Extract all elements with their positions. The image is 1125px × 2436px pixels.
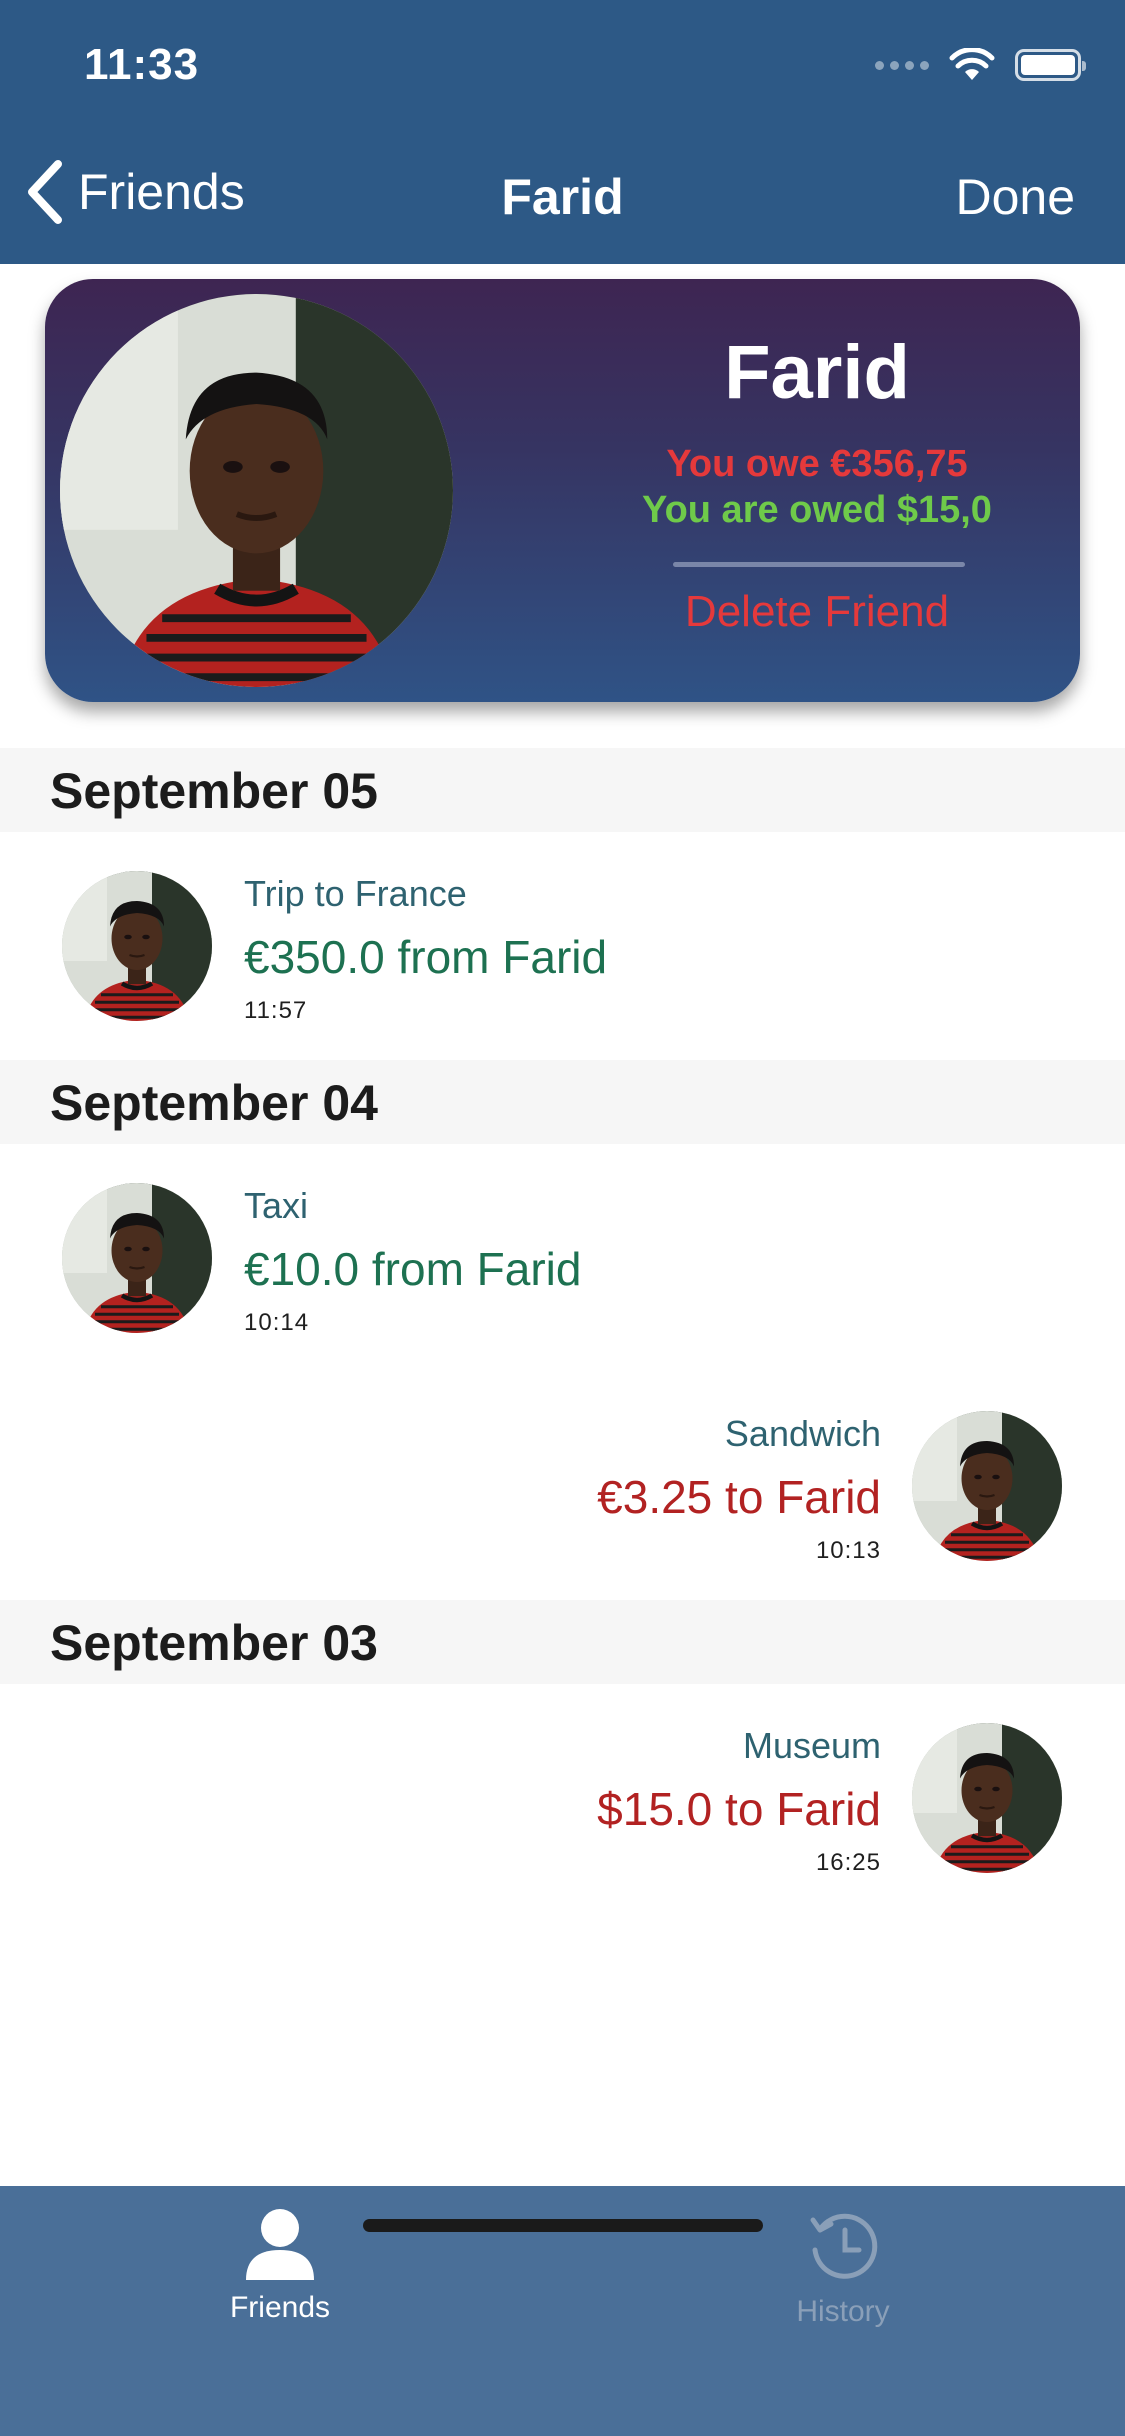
section-date: September 04 xyxy=(50,1075,378,1131)
avatar xyxy=(912,1411,1062,1561)
transaction-amount: €350.0 from Farid xyxy=(244,931,608,983)
you-are-owed-total: You are owed $15,0 xyxy=(642,489,992,531)
section-header: September 05 xyxy=(0,748,1125,832)
avatar xyxy=(62,871,212,1021)
wifi-icon xyxy=(949,48,995,80)
delete-friend-button[interactable]: Delete Friend xyxy=(592,587,1042,637)
friend-name: Farid xyxy=(724,330,910,415)
transaction-label: Taxi xyxy=(244,1185,309,1226)
section-header: September 04 xyxy=(0,1060,1125,1144)
transaction-amount: $15.0 to Farid xyxy=(597,1783,881,1835)
you-owe-total: You owe €356,75 xyxy=(666,443,968,485)
transaction-amount: €10.0 from Farid xyxy=(244,1243,582,1295)
done-button[interactable]: Done xyxy=(955,168,1075,226)
transaction-label: Sandwich xyxy=(724,1413,881,1454)
section-date: September 05 xyxy=(50,763,378,819)
transaction-time: 11:57 xyxy=(244,997,308,1024)
navigation-bar: 11:33 Friends Farid Done xyxy=(0,0,1125,264)
friend-avatar-large xyxy=(60,294,453,687)
status-icons xyxy=(875,48,1086,82)
divider xyxy=(673,562,965,567)
cellular-signal-icon xyxy=(875,60,929,70)
person-icon xyxy=(246,2209,314,2280)
friend-profile-card: Farid You owe €356,75 You are owed $15,0… xyxy=(45,279,1080,702)
transaction-time: 10:13 xyxy=(815,1537,881,1564)
transaction-time: 10:14 xyxy=(244,1309,310,1336)
clock-history-icon xyxy=(810,2213,878,2279)
transaction-amount: €3.25 to Farid xyxy=(597,1471,881,1523)
section-date: September 03 xyxy=(50,1615,378,1671)
transaction-label: Trip to France xyxy=(244,873,467,914)
avatar xyxy=(62,1183,212,1333)
tab-label: History xyxy=(796,2295,890,2328)
home-indicator xyxy=(363,2219,763,2232)
status-time: 11:33 xyxy=(84,40,200,89)
tab-label: Friends xyxy=(229,2291,331,2324)
transaction-time: 16:25 xyxy=(815,1849,881,1876)
section-header: September 03 xyxy=(0,1600,1125,1684)
battery-icon xyxy=(1015,49,1086,81)
transaction-label: Museum xyxy=(742,1725,881,1766)
avatar xyxy=(912,1723,1062,1873)
